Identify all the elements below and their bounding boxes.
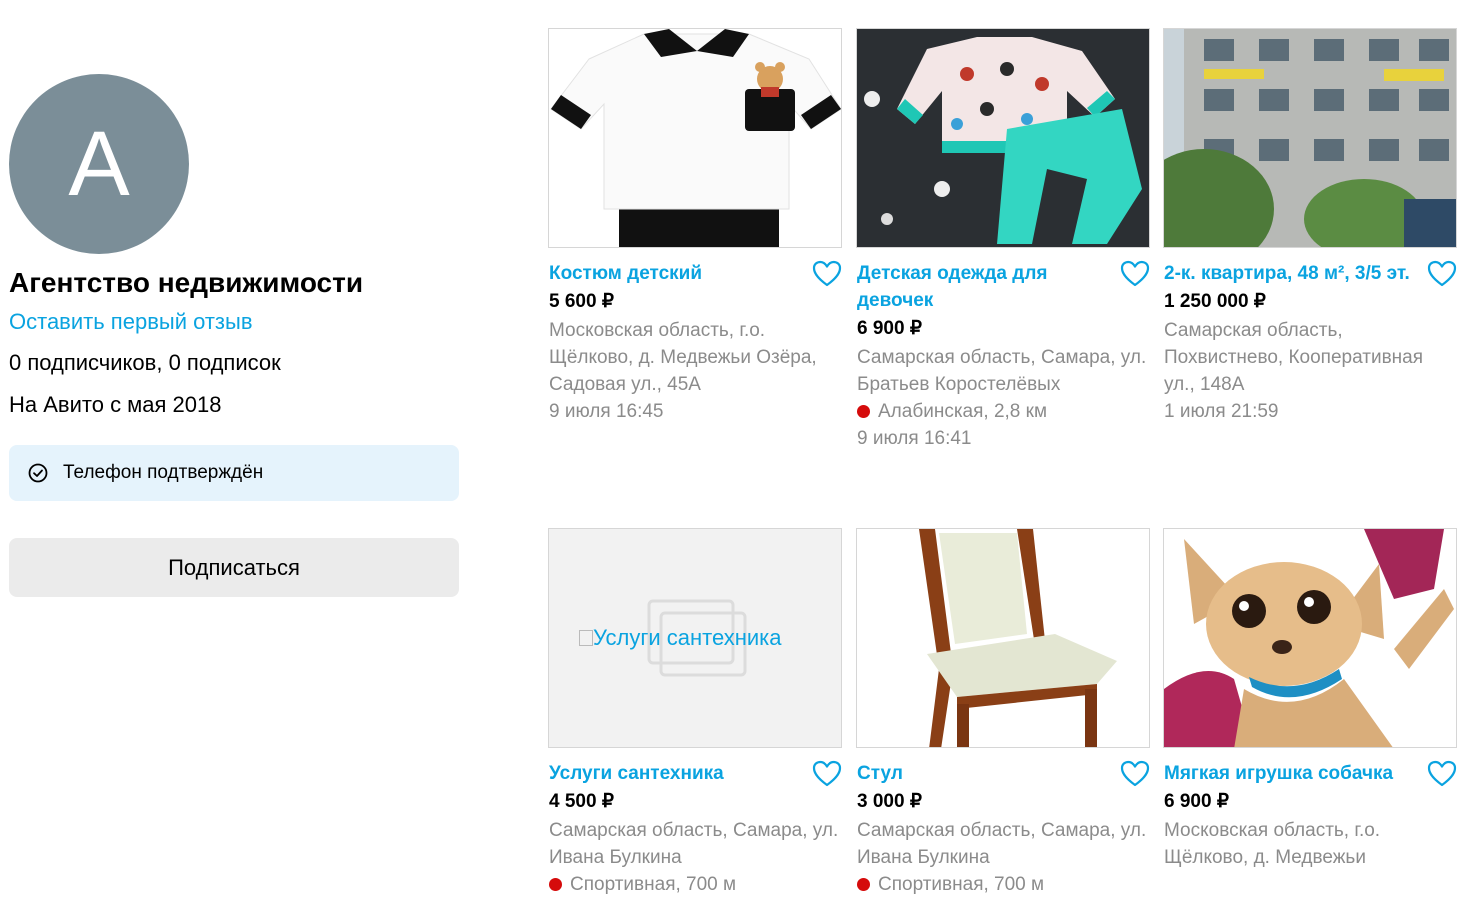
phone-verified-badge: Телефон подтверждён bbox=[9, 445, 459, 501]
heart-icon[interactable] bbox=[1120, 260, 1150, 288]
listing-photo-plush-dog[interactable] bbox=[1163, 528, 1457, 748]
listing-title[interactable]: Детская одежда для девочек bbox=[856, 260, 1106, 314]
heart-icon[interactable] bbox=[1427, 760, 1457, 788]
listing-address: Московская область, г.о. Щёлково, д. Мед… bbox=[1164, 820, 1381, 868]
listing-photo-broken[interactable]: Услуги сантехника bbox=[548, 528, 842, 748]
subscribe-button[interactable]: Подписаться bbox=[9, 538, 459, 597]
listing-address: Московская область, г.о. Щёлково, д. Мед… bbox=[549, 320, 817, 395]
listing-photo-chair[interactable] bbox=[856, 528, 1150, 748]
heart-icon[interactable] bbox=[812, 260, 842, 288]
metro-label: Спортивная, 700 м bbox=[878, 874, 1045, 895]
listing-title[interactable]: 2-к. квартира, 48 м², 3/5 эт. bbox=[1163, 260, 1413, 287]
listing-photo-apartment-building[interactable] bbox=[1163, 28, 1457, 248]
member-since: На Авито с мая 2018 bbox=[9, 392, 222, 417]
listing-address: Самарская область, Самара, ул. Братьев К… bbox=[857, 347, 1147, 395]
listing-card[interactable]: Мягкая игрушка собачка 6 900 ₽ Московска… bbox=[1163, 528, 1457, 871]
phone-verified-label: Телефон подтверждён bbox=[63, 462, 264, 483]
listing-card[interactable]: 2-к. квартира, 48 м², 3/5 эт. 1 250 000 … bbox=[1163, 28, 1457, 425]
listing-card[interactable]: Детская одежда для девочек 6 900 ₽ Самар… bbox=[856, 28, 1150, 452]
leave-review-link[interactable]: Оставить первый отзыв bbox=[9, 309, 459, 335]
broken-image-icon bbox=[579, 630, 593, 646]
heart-icon[interactable] bbox=[1427, 260, 1457, 288]
avatar[interactable]: A bbox=[9, 74, 189, 254]
heart-icon[interactable] bbox=[812, 760, 842, 788]
listing-title[interactable]: Костюм детский bbox=[548, 260, 798, 287]
metro-label: Спортивная, 700 м bbox=[570, 874, 737, 895]
listing-price: 3 000 ₽ bbox=[857, 791, 922, 812]
listing-date: 9 июля 16:41 bbox=[857, 428, 972, 449]
listing-date: 9 июля 16:45 bbox=[549, 401, 664, 422]
listing-address: Самарская область, Самара, ул. Ивана Бул… bbox=[857, 820, 1147, 868]
listing-price: 6 900 ₽ bbox=[1164, 791, 1229, 812]
listing-title[interactable]: Стул bbox=[856, 760, 1106, 787]
metro-dot-icon bbox=[857, 878, 870, 891]
metro-label: Алабинская, 2,8 км bbox=[878, 401, 1048, 422]
check-circle-icon bbox=[27, 462, 49, 484]
listing-address: Самарская область, Самара, ул. Ивана Бул… bbox=[549, 820, 839, 868]
listing-photo-kids-clothes[interactable] bbox=[856, 28, 1150, 248]
metro-dot-icon bbox=[857, 405, 870, 418]
listing-card[interactable]: Услуги сантехника Услуги сантехника 4 50… bbox=[548, 528, 842, 898]
metro-station: Спортивная, 700 м bbox=[548, 871, 842, 898]
seller-sidebar: A Агентство недвижимости Оставить первый… bbox=[9, 74, 459, 597]
listing-card[interactable]: Стул 3 000 ₽ Самарская область, Самара, … bbox=[856, 528, 1150, 898]
listing-date: 1 июля 21:59 bbox=[1164, 401, 1279, 422]
listing-price: 5 600 ₽ bbox=[549, 291, 614, 312]
listing-photo-white-shirt[interactable] bbox=[548, 28, 842, 248]
listing-price: 4 500 ₽ bbox=[549, 791, 614, 812]
metro-station: Спортивная, 700 м bbox=[856, 871, 1150, 898]
listing-address: Самарская область, Похвистнево, Кооперат… bbox=[1164, 320, 1424, 395]
listing-price: 6 900 ₽ bbox=[857, 318, 922, 339]
metro-dot-icon bbox=[549, 878, 562, 891]
listing-price: 1 250 000 ₽ bbox=[1164, 291, 1266, 312]
heart-icon[interactable] bbox=[1120, 760, 1150, 788]
metro-station: Алабинская, 2,8 км bbox=[856, 398, 1150, 425]
listing-title[interactable]: Мягкая игрушка собачка bbox=[1163, 760, 1413, 787]
broken-image-alt-text: Услуги сантехника bbox=[579, 625, 782, 651]
seller-name: Агентство недвижимости bbox=[9, 267, 364, 298]
broken-image-placeholder: Услуги сантехника bbox=[549, 529, 841, 747]
listing-title[interactable]: Услуги сантехника bbox=[548, 760, 798, 787]
subscriptions-count: 0 подписчиков, 0 подписок bbox=[9, 350, 281, 375]
listing-card[interactable]: Костюм детский 5 600 ₽ Московская област… bbox=[548, 28, 842, 425]
